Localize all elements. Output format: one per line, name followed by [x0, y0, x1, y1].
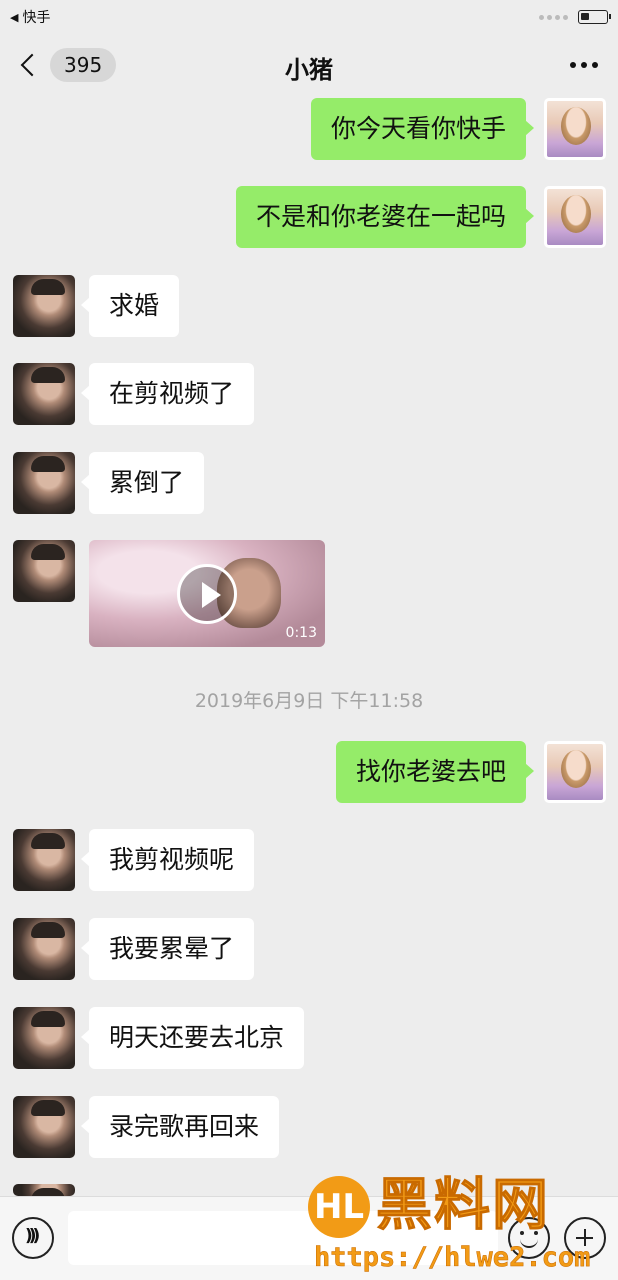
- my-avatar[interactable]: [544, 186, 606, 248]
- message-bubble-in[interactable]: 明天还要去北京: [80, 1007, 305, 1069]
- message-bubble-out[interactable]: 不是和你老婆在一起吗: [235, 186, 535, 248]
- battery-icon: [578, 10, 611, 24]
- video-duration: 0:13: [285, 625, 317, 641]
- message-bubble-in[interactable]: 累倒了: [80, 452, 205, 514]
- signal-icon: [539, 14, 568, 20]
- status-indicators: [539, 10, 611, 24]
- message-input[interactable]: [68, 1211, 498, 1265]
- contact-avatar[interactable]: [13, 829, 75, 891]
- play-icon[interactable]: [177, 564, 237, 624]
- chat-header: 395 小猪: [0, 34, 618, 98]
- video-message[interactable]: 0:13: [89, 540, 325, 647]
- back-triangle-icon: ◀: [10, 10, 19, 24]
- my-avatar[interactable]: [544, 741, 606, 803]
- more-dot-icon: [570, 62, 576, 68]
- message-bubble-in[interactable]: 在剪视频了: [80, 363, 255, 425]
- input-bar: [0, 1196, 618, 1280]
- back-app-label: 快手: [22, 10, 51, 26]
- message-bubble-in[interactable]: 录完歌再回来: [80, 1096, 280, 1158]
- more-options-button[interactable]: [570, 62, 598, 68]
- my-avatar[interactable]: [544, 98, 606, 160]
- more-actions-button[interactable]: [564, 1217, 606, 1259]
- back-to-app-link[interactable]: ◀ 快手: [10, 7, 50, 27]
- contact-avatar[interactable]: [13, 452, 75, 514]
- status-bar: ◀ 快手: [0, 0, 618, 34]
- emoji-button[interactable]: [508, 1217, 550, 1259]
- message-bubble-out[interactable]: 你今天看你快手: [310, 98, 535, 160]
- contact-avatar[interactable]: [13, 275, 75, 337]
- contact-avatar[interactable]: [13, 540, 75, 602]
- chat-title: 小猪: [285, 56, 333, 84]
- message-bubble-in[interactable]: 我要累晕了: [80, 918, 255, 980]
- contact-avatar[interactable]: [13, 1184, 75, 1196]
- contact-avatar[interactable]: [13, 918, 75, 980]
- message-bubble-in[interactable]: 我剪视频呢: [80, 829, 255, 891]
- message-bubble-out[interactable]: 找你老婆去吧: [335, 741, 535, 803]
- contact-avatar[interactable]: [13, 1096, 75, 1158]
- message-bubble-in[interactable]: 求婚: [80, 275, 180, 337]
- contact-avatar[interactable]: [13, 1007, 75, 1069]
- message-timestamp: 2019年6月9日 下午11:58: [194, 690, 424, 712]
- voice-input-button[interactable]: [12, 1217, 54, 1259]
- contact-avatar[interactable]: [13, 363, 75, 425]
